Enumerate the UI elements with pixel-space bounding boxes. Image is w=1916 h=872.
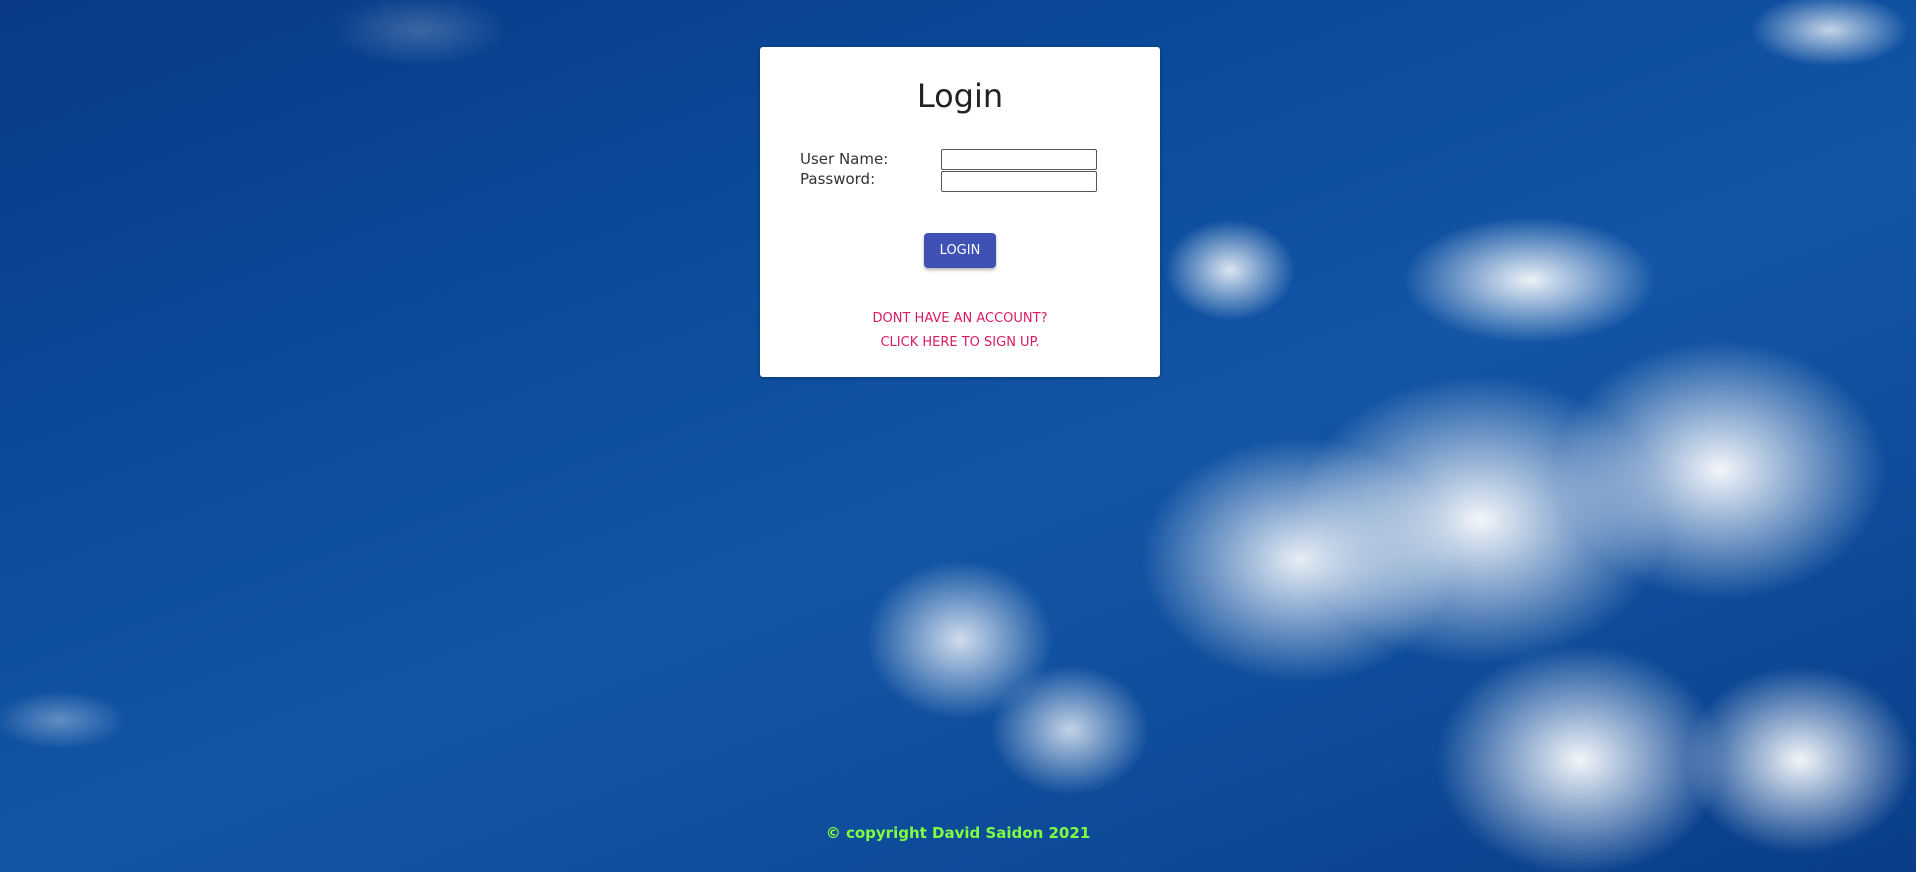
signup-link-line2[interactable]: CLICK HERE TO SIGN UP. — [760, 335, 1160, 350]
username-label: User Name: — [800, 150, 889, 168]
username-input[interactable] — [941, 149, 1097, 170]
login-button[interactable]: LOGIN — [924, 233, 996, 268]
login-title: Login — [916, 77, 1004, 115]
login-card: Login User Name: Password: LOGIN DONT HA… — [760, 47, 1160, 377]
password-label: Password: — [800, 170, 876, 188]
copyright-footer: © copyright David Saidon 2021 — [825, 824, 1091, 842]
password-input[interactable] — [941, 171, 1097, 192]
signup-link-line1[interactable]: DONT HAVE AN ACCOUNT? — [760, 311, 1160, 326]
